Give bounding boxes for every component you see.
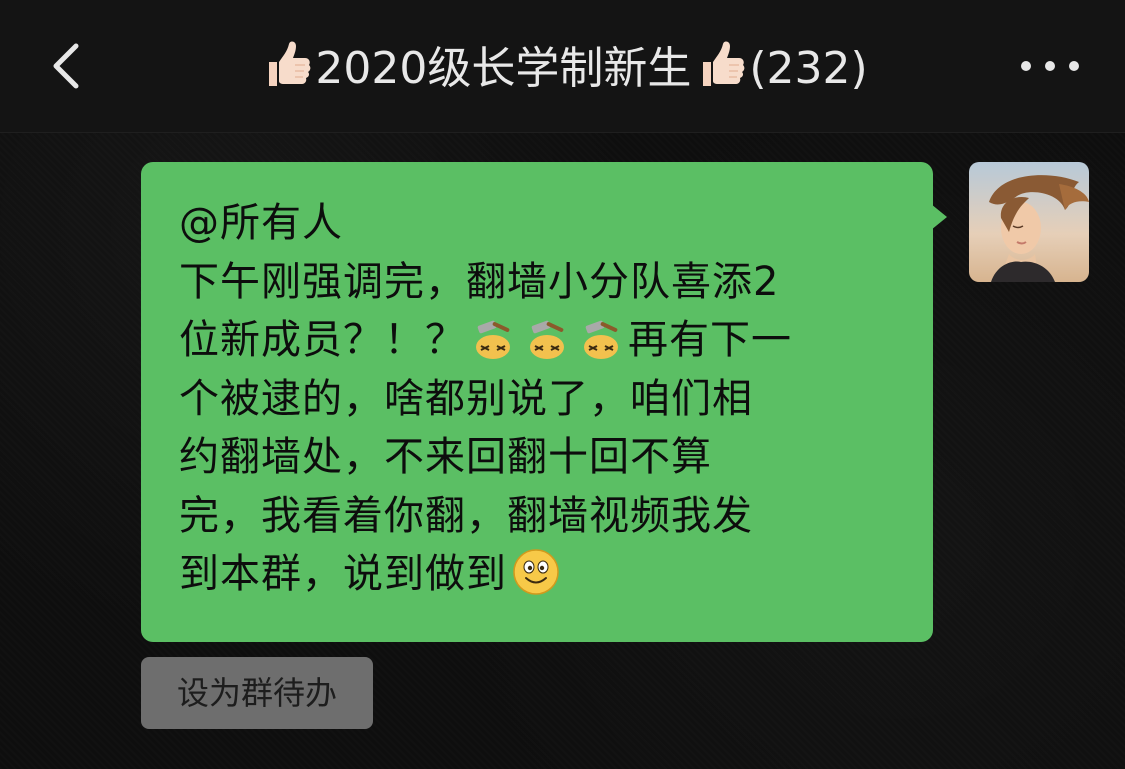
message-line: 个被逮的，啥都别说了，咱们相 [179,375,753,422]
chat-title: 2020级长学制新生 (232) [150,38,975,98]
thumbs-up-icon [259,38,313,92]
chevron-left-icon [53,43,79,89]
message-line: 到本群，说到做到 [179,545,899,604]
title-text: 2020级长学制新生 [315,43,692,94]
message-text: 到本群，说到做到 [179,551,507,597]
message-text: 再有下一 [628,317,792,363]
thumbs-up-icon [693,38,747,92]
message-bubble[interactable]: @所有人 下午刚强调完，翻墙小分队喜添2 位新成员？！？ 再有下一 个被逮的，啥… [141,162,933,642]
more-options-button[interactable] [1015,44,1085,88]
chat-header: 2020级长学制新生 (232) [0,0,1125,133]
message-line: 完，我看着你翻，翻墙视频我发 [179,492,753,539]
message-line: @所有人 [179,200,343,246]
hammer-head-emoji-icon [578,315,624,361]
message-line: 下午刚强调完，翻墙小分队喜添2 [179,258,780,305]
smile-emoji-icon [511,547,561,597]
chat-screen: 2020级长学制新生 (232) @所有人 下午刚强调完，翻墙小分队喜添2 位新… [0,0,1125,769]
more-dots-icon [1021,61,1079,71]
set-group-todo-button[interactable]: 设为群待办 [141,657,373,729]
hammer-head-emoji-icon [524,315,570,361]
sender-avatar[interactable] [969,162,1089,282]
hammer-head-emoji-icon [470,315,516,361]
avatar-image [969,162,1089,282]
bubble-tail [931,204,947,230]
member-count: (232) [749,43,868,94]
message-line: 位新成员？！？ 再有下一 [179,311,899,370]
message-line: 约翻墙处，不来回翻十回不算 [179,434,712,480]
message-text: 位新成员？！？ [179,317,466,363]
back-button[interactable] [38,36,98,96]
